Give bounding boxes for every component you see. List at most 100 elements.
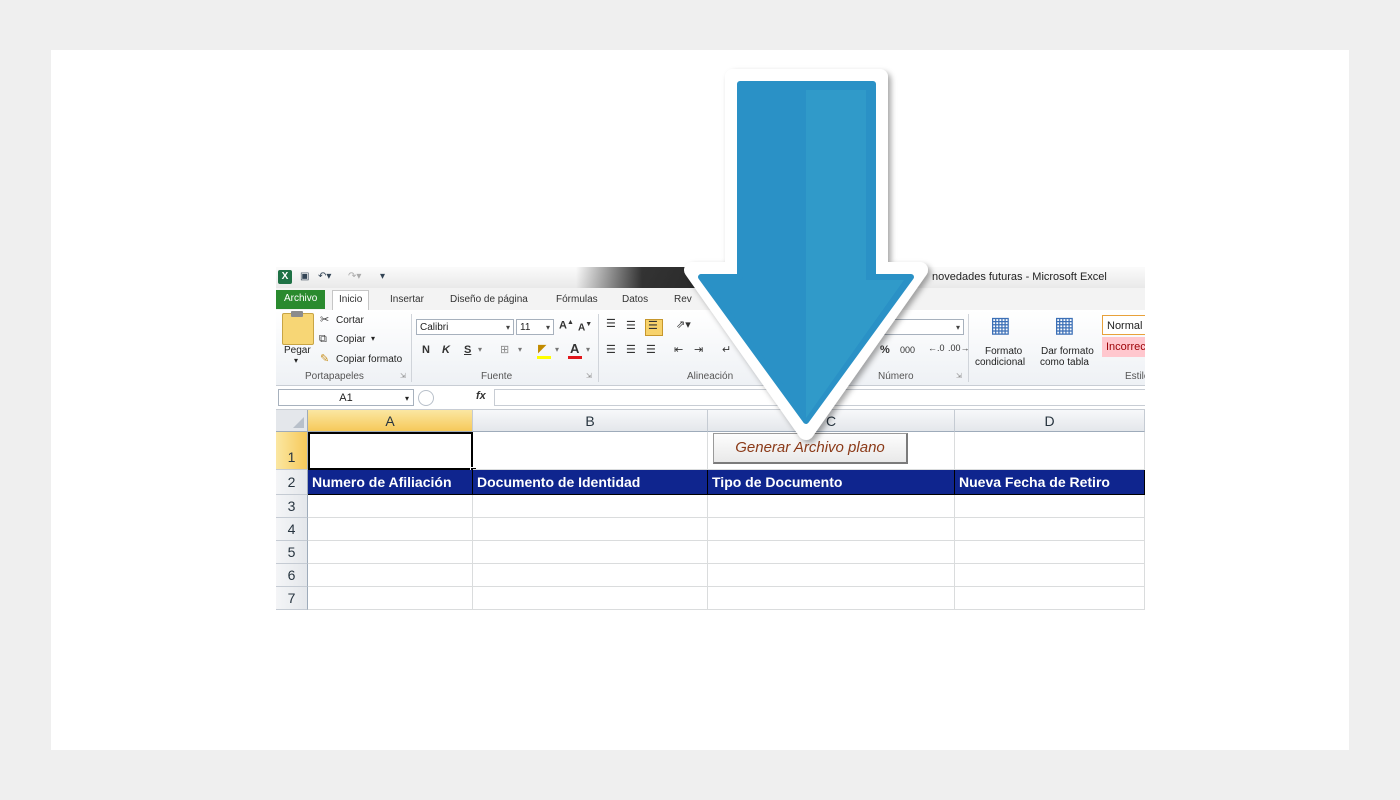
undo-icon[interactable]: ↶▾	[318, 270, 331, 284]
header-cell-afiliacion[interactable]: Numero de Afiliación	[308, 470, 473, 495]
cell-a1-selected[interactable]	[308, 432, 473, 470]
customize-toolbar-icon[interactable]: ▾	[380, 270, 385, 284]
redo-icon[interactable]: ↷▾	[348, 270, 361, 284]
tab-formulas[interactable]: Fórmulas	[550, 291, 604, 309]
table-cell[interactable]	[955, 518, 1145, 541]
dialog-launcher-icon[interactable]: ⇲	[586, 372, 592, 380]
table-cell[interactable]	[473, 587, 708, 610]
increase-indent-icon[interactable]: ⇥	[694, 343, 703, 356]
table-cell[interactable]	[708, 518, 955, 541]
table-cell[interactable]	[473, 541, 708, 564]
borders-icon[interactable]: ⊞	[500, 343, 509, 356]
row-header-4[interactable]: 4	[276, 518, 308, 541]
select-all-button[interactable]	[276, 410, 308, 432]
format-as-table-label-2[interactable]: como tabla	[1040, 357, 1089, 368]
tab-inicio[interactable]: Inicio	[332, 290, 370, 310]
tab-revisar[interactable]: Rev	[668, 291, 698, 309]
formula-input[interactable]	[494, 389, 1145, 406]
copy-dropdown-icon[interactable]: ▾	[371, 334, 375, 343]
header-cell-fecha-retiro[interactable]: Nueva Fecha de Retiro	[955, 470, 1145, 495]
dialog-launcher-icon[interactable]: ⇲	[400, 372, 406, 380]
cut-button[interactable]: Cortar	[336, 315, 364, 326]
conditional-format-label-1[interactable]: Formato	[985, 346, 1022, 357]
insert-function-button[interactable]: fx	[476, 390, 486, 402]
tab-archivo[interactable]: Archivo	[276, 290, 326, 309]
table-cell[interactable]	[308, 564, 473, 587]
underline-dropdown-icon[interactable]: ▾	[478, 345, 482, 354]
percent-button[interactable]: %	[880, 344, 890, 356]
align-right-icon[interactable]: ☰	[646, 343, 656, 356]
table-cell[interactable]	[955, 495, 1145, 518]
paste-dropdown-icon[interactable]: ▾	[294, 356, 298, 365]
bold-button[interactable]: N	[422, 344, 430, 356]
row-header-2[interactable]: 2	[276, 470, 308, 495]
table-cell[interactable]	[308, 587, 473, 610]
column-header-a[interactable]: A	[308, 410, 473, 432]
dialog-launcher-icon[interactable]: ⇲	[956, 372, 962, 380]
row-header-3[interactable]: 3	[276, 495, 308, 518]
paste-icon[interactable]	[282, 311, 314, 345]
align-top-icon[interactable]: ☰	[606, 317, 616, 330]
number-format-combo[interactable]: ▾	[876, 319, 964, 335]
column-header-d[interactable]: D	[955, 410, 1145, 432]
generate-flat-file-button[interactable]: Generar Archivo plano	[713, 433, 908, 464]
table-cell[interactable]	[308, 518, 473, 541]
table-cell[interactable]	[955, 564, 1145, 587]
format-as-table-icon[interactable]: ▦	[1054, 312, 1075, 338]
row-header-7[interactable]: 7	[276, 587, 308, 610]
table-cell[interactable]	[708, 541, 955, 564]
column-header-b[interactable]: B	[473, 410, 708, 432]
name-box[interactable]: A1 ▾	[278, 389, 414, 406]
italic-button[interactable]: K	[442, 344, 450, 356]
style-normal[interactable]: Normal	[1102, 315, 1145, 335]
borders-dropdown-icon[interactable]: ▾	[518, 345, 522, 354]
save-icon[interactable]: ▣	[300, 270, 309, 284]
font-name-combo[interactable]: Calibri ▾	[416, 319, 514, 335]
table-cell[interactable]	[308, 495, 473, 518]
align-middle-icon[interactable]: ☰	[626, 319, 636, 332]
decrease-decimal-icon[interactable]: .00→	[948, 343, 970, 353]
header-cell-tipo-documento[interactable]: Tipo de Documento	[708, 470, 955, 495]
align-left-icon[interactable]: ☰	[606, 343, 616, 356]
decrease-indent-icon[interactable]: ⇤	[674, 343, 683, 356]
column-header-c[interactable]: C	[708, 410, 955, 432]
shrink-font-icon[interactable]: A▼	[578, 321, 592, 333]
format-painter-button[interactable]: Copiar formato	[336, 354, 402, 365]
tab-diseno-pagina[interactable]: Diseño de página	[444, 291, 534, 309]
copy-button[interactable]: Copiar	[336, 334, 365, 345]
table-cell[interactable]	[955, 587, 1145, 610]
orientation-icon[interactable]: ⇗▾	[676, 318, 691, 331]
grow-font-icon[interactable]: A▲	[559, 319, 574, 332]
tab-insertar[interactable]: Insertar	[384, 291, 430, 309]
table-cell[interactable]	[708, 587, 955, 610]
row-header-6[interactable]: 6	[276, 564, 308, 587]
wrap-text-icon[interactable]: ↵	[722, 343, 731, 356]
cell-d1[interactable]	[955, 432, 1145, 470]
table-cell[interactable]	[473, 518, 708, 541]
table-cell[interactable]	[955, 541, 1145, 564]
row-header-5[interactable]: 5	[276, 541, 308, 564]
row-header-1[interactable]: 1	[276, 432, 308, 470]
conditional-format-label-2[interactable]: condicional	[975, 357, 1025, 368]
cell-b1[interactable]	[473, 432, 708, 470]
excel-app-icon[interactable]: X	[278, 270, 292, 284]
fill-color-icon[interactable]: ◤	[538, 342, 546, 355]
fill-dropdown-icon[interactable]: ▾	[555, 345, 559, 354]
thousands-button[interactable]: 000	[900, 345, 915, 355]
paste-button[interactable]: Pegar	[284, 345, 311, 356]
align-center-icon[interactable]: ☰	[626, 343, 636, 356]
table-cell[interactable]	[473, 564, 708, 587]
table-cell[interactable]	[473, 495, 708, 518]
increase-decimal-icon[interactable]: ←.0	[928, 343, 945, 353]
tab-datos[interactable]: Datos	[616, 291, 654, 309]
font-size-combo[interactable]: 11 ▾	[516, 319, 554, 335]
underline-button[interactable]: S	[464, 344, 471, 356]
header-cell-documento[interactable]: Documento de Identidad	[473, 470, 708, 495]
table-cell[interactable]	[308, 541, 473, 564]
conditional-format-icon[interactable]: ▦	[990, 312, 1011, 338]
font-color-icon[interactable]: A	[570, 341, 579, 356]
font-color-dropdown-icon[interactable]: ▾	[586, 345, 590, 354]
format-as-table-label-1[interactable]: Dar formato	[1041, 346, 1094, 357]
table-cell[interactable]	[708, 564, 955, 587]
table-cell[interactable]	[708, 495, 955, 518]
